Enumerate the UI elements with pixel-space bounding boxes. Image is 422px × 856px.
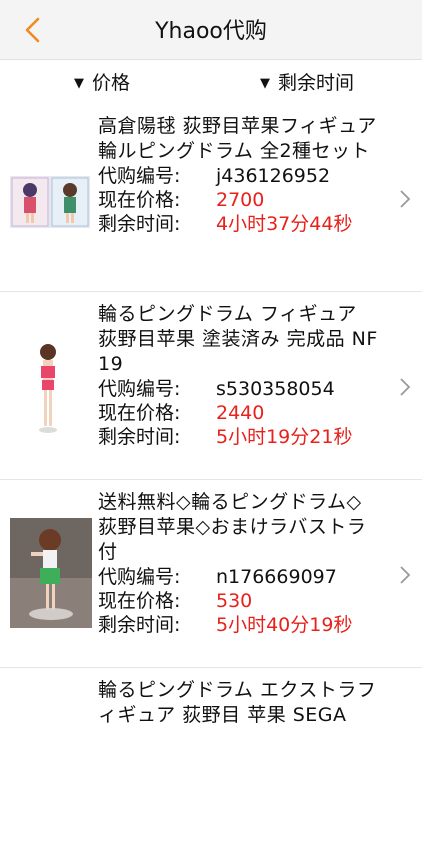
item-code-row: 代购编号: j436126952 bbox=[98, 164, 380, 188]
item-info: 高倉陽毬 荻野目苹果フィギュア 輪ルピングドラム 全2種セット 代购编号: j43… bbox=[98, 114, 380, 236]
item-price-row: 现在价格: 2440 bbox=[98, 401, 380, 425]
code-label: 代购编号: bbox=[98, 378, 181, 400]
page-title: Yhaoo代购 bbox=[155, 19, 267, 44]
price-label: 现在价格: bbox=[98, 402, 181, 424]
chevron-right-icon bbox=[400, 190, 411, 208]
item-code: n176669097 bbox=[216, 566, 337, 588]
remain-label: 剩余时间: bbox=[98, 426, 181, 448]
item-info: 輪るピングドラム フィギュア 荻野目苹果 塗装済み 完成品 NF19 代购编号:… bbox=[98, 302, 380, 449]
item-remaining-time: 5小时40分19秒 bbox=[216, 614, 353, 636]
product-thumbnail bbox=[10, 518, 92, 628]
item-remain-row: 剩余时间: 4小时37分44秒 bbox=[98, 212, 380, 236]
remain-label: 剩余时间: bbox=[98, 614, 181, 636]
item-info: 送料無料◇輪るピングドラム◇荻野目苹果◇おまけラバストラ付 代购编号: n1766… bbox=[98, 490, 380, 637]
sort-triangle-icon: ▼ bbox=[260, 76, 270, 91]
list-item[interactable]: 輪るピングドラム エクストラフィギュア 荻野目 苹果 SEGA bbox=[0, 668, 422, 856]
item-code-row: 代购编号: n176669097 bbox=[98, 565, 380, 589]
chevron-right-icon bbox=[400, 378, 411, 396]
product-thumbnail bbox=[10, 336, 90, 440]
product-thumbnail bbox=[10, 176, 90, 228]
sort-by-price-button[interactable]: ▼ 价格 bbox=[74, 68, 130, 95]
item-price: 530 bbox=[216, 590, 253, 612]
sort-by-time-button[interactable]: ▼ 剩余时间 bbox=[260, 68, 354, 95]
item-title: 送料無料◇輪るピングドラム◇荻野目苹果◇おまけラバストラ付 bbox=[98, 491, 367, 563]
price-label: 现在价格: bbox=[98, 590, 181, 612]
item-remaining-time: 5小时19分21秒 bbox=[216, 426, 353, 448]
item-price: 2700 bbox=[216, 189, 265, 211]
price-label: 现在价格: bbox=[98, 189, 181, 211]
item-title: 輪るピングドラム フィギュア 荻野目苹果 塗装済み 完成品 NF19 bbox=[98, 303, 378, 375]
item-code-row: 代购编号: s530358054 bbox=[98, 377, 380, 401]
code-label: 代购编号: bbox=[98, 165, 181, 187]
sort-time-label: 剩余时间 bbox=[278, 72, 355, 94]
remain-label: 剩余时间: bbox=[98, 213, 181, 235]
item-remain-row: 剩余时间: 5小时40分19秒 bbox=[98, 613, 380, 637]
sort-triangle-icon: ▼ bbox=[74, 76, 84, 91]
list-item[interactable]: 輪るピングドラム フィギュア 荻野目苹果 塗装済み 完成品 NF19 代购编号:… bbox=[0, 292, 422, 480]
item-title: 高倉陽毬 荻野目苹果フィギュア 輪ルピングドラム 全2種セット bbox=[98, 115, 377, 162]
list-item[interactable]: 送料無料◇輪るピングドラム◇荻野目苹果◇おまけラバストラ付 代购编号: n1766… bbox=[0, 480, 422, 668]
chevron-right-icon bbox=[400, 566, 411, 584]
item-remain-row: 剩余时间: 5小时19分21秒 bbox=[98, 425, 380, 449]
item-code: s530358054 bbox=[216, 378, 335, 400]
item-info: 輪るピングドラム エクストラフィギュア 荻野目 苹果 SEGA bbox=[98, 678, 380, 728]
sort-bar: ▼ 价格 ▼ 剩余时间 bbox=[0, 60, 422, 104]
item-price-row: 现在价格: 530 bbox=[98, 589, 380, 613]
auction-list: 高倉陽毬 荻野目苹果フィギュア 輪ルピングドラム 全2種セット 代购编号: j43… bbox=[0, 104, 422, 856]
sort-price-label: 价格 bbox=[92, 72, 131, 94]
item-price: 2440 bbox=[216, 402, 265, 424]
list-item[interactable]: 高倉陽毬 荻野目苹果フィギュア 輪ルピングドラム 全2種セット 代购编号: j43… bbox=[0, 104, 422, 292]
item-code: j436126952 bbox=[216, 165, 331, 187]
item-remaining-time: 4小时37分44秒 bbox=[216, 213, 353, 235]
top-bar: Yhaoo代购 bbox=[0, 0, 422, 60]
item-price-row: 现在价格: 2700 bbox=[98, 188, 380, 212]
item-title: 輪るピングドラム エクストラフィギュア 荻野目 苹果 SEGA bbox=[98, 679, 377, 726]
code-label: 代购编号: bbox=[98, 566, 181, 588]
